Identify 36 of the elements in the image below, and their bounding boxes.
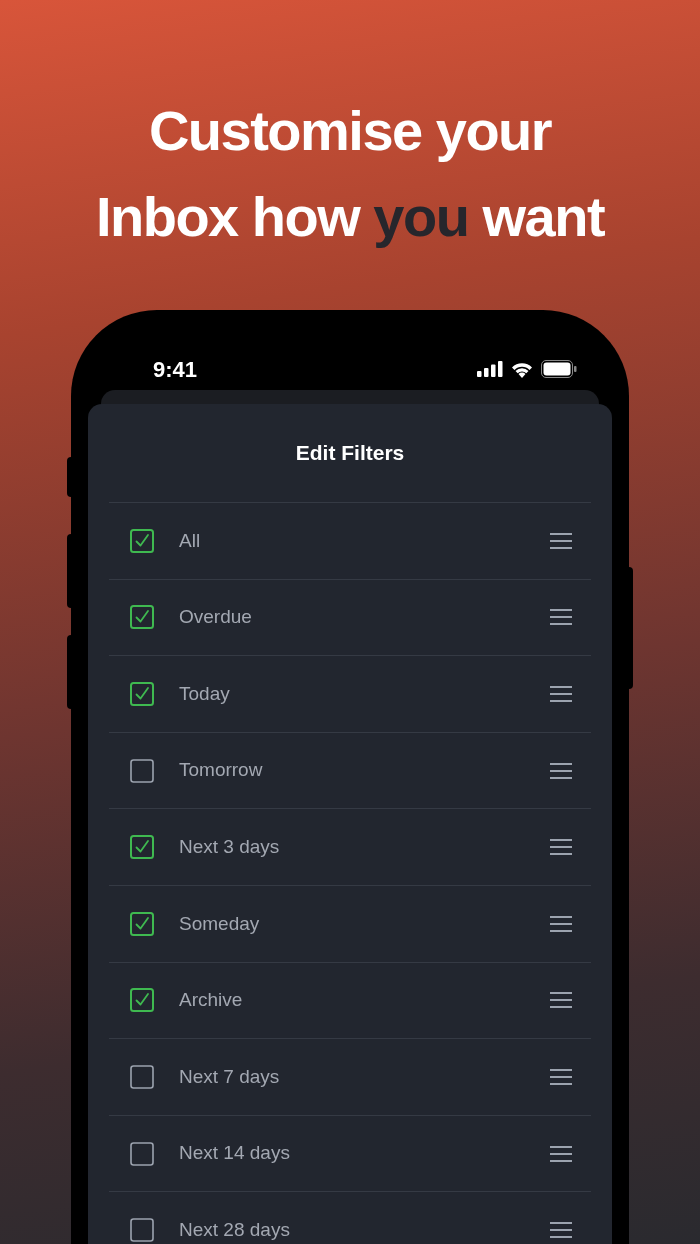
checkbox[interactable] xyxy=(130,1064,154,1089)
checkbox[interactable] xyxy=(130,682,154,706)
checkbox[interactable] xyxy=(130,988,154,1013)
drag-handle-icon[interactable] xyxy=(549,914,573,933)
filter-label: Next 14 days xyxy=(179,1141,291,1166)
filter-label: All xyxy=(179,528,202,553)
battery-icon xyxy=(541,360,577,378)
sheet-title: Edit Filters xyxy=(295,440,405,467)
drag-handle-icon[interactable] xyxy=(549,685,573,703)
status-time: 9:41 xyxy=(153,355,198,384)
filter-label: Next 28 days xyxy=(179,1217,291,1242)
drag-handle-icon[interactable] xyxy=(549,1221,573,1240)
filter-label: Next 3 days xyxy=(179,834,281,859)
drag-handle-icon[interactable] xyxy=(549,1067,573,1086)
drag-handle-icon[interactable] xyxy=(549,761,573,780)
checkbox[interactable] xyxy=(130,1141,154,1166)
drag-handle-icon[interactable] xyxy=(549,608,573,627)
filter-label: Overdue xyxy=(179,605,253,630)
checkbox[interactable] xyxy=(130,911,154,936)
filter-label: Next 7 days xyxy=(179,1064,281,1089)
checkbox[interactable] xyxy=(130,528,154,553)
checkbox[interactable] xyxy=(130,758,154,783)
checkbox[interactable] xyxy=(130,1218,154,1243)
signal-icon xyxy=(477,361,503,377)
wifi-icon xyxy=(510,360,534,378)
drag-handle-icon[interactable] xyxy=(549,991,573,1010)
filter-label: Tomorrow xyxy=(179,758,264,783)
filter-label: Someday xyxy=(179,911,261,936)
drag-handle-icon[interactable] xyxy=(549,531,573,550)
filter-label: Archive xyxy=(179,988,244,1013)
checkbox[interactable] xyxy=(130,835,154,860)
filter-label: Today xyxy=(179,681,231,706)
checkbox[interactable] xyxy=(130,605,154,630)
drag-handle-icon[interactable] xyxy=(549,1144,573,1163)
drag-handle-icon[interactable] xyxy=(549,838,573,857)
headline: Customise your Inbox how you want xyxy=(95,98,605,250)
